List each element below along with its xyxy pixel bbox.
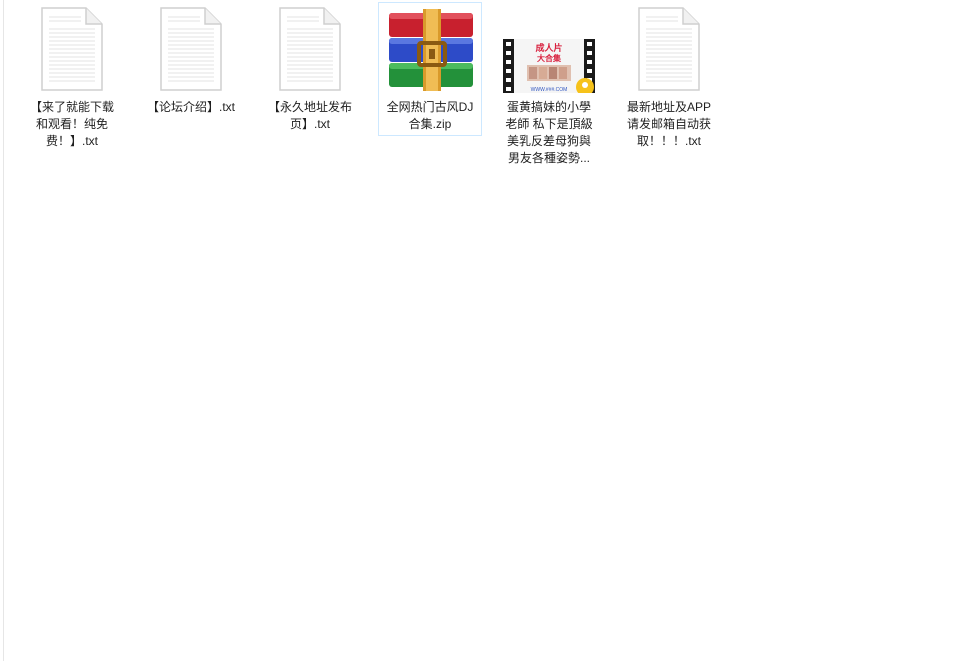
winrar-archive-icon bbox=[382, 5, 478, 97]
file-name: 【论坛介绍】.txt bbox=[146, 100, 235, 114]
file-explorer-window: 【来了就能下载和观看！纯免费！】.txt 【论坛介绍】.txt 【永久地址发布页… bbox=[0, 0, 960, 661]
file-item-1[interactable]: 【来了就能下载和观看！纯免费！】.txt bbox=[20, 2, 124, 148]
file-name: 最新地址及APP请发邮箱自动获取！！！.txt bbox=[626, 100, 711, 148]
svg-text:成人片: 成人片 bbox=[535, 42, 562, 53]
file-item-3[interactable]: 【永久地址发布页】.txt bbox=[258, 2, 362, 136]
text-file-icon bbox=[262, 5, 358, 97]
svg-text:WWW.###.COM: WWW.###.COM bbox=[531, 87, 568, 93]
video-thumbnail-icon: 成人片 大合集 WWW.###.COM bbox=[501, 5, 597, 97]
file-name: 【来了就能下载和观看！纯免费！】.txt bbox=[29, 100, 114, 148]
file-item-5[interactable]: 成人片 大合集 WWW.###.COM 蛋黄搞妹的小學老師 私下是頂級美乳反差母… bbox=[497, 2, 601, 165]
file-name: 【永久地址发布页】.txt bbox=[267, 100, 352, 131]
file-name: 蛋黄搞妹的小學老師 私下是頂級美乳反差母狗與男友各種姿勢... bbox=[505, 100, 593, 165]
file-name: 全网热门古风DJ合集.zip bbox=[386, 100, 474, 131]
text-file-icon bbox=[24, 5, 120, 97]
file-item-2[interactable]: 【论坛介绍】.txt bbox=[139, 2, 243, 136]
file-item-6[interactable]: 最新地址及APP请发邮箱自动获取！！！.txt bbox=[617, 2, 721, 148]
text-file-icon bbox=[621, 5, 717, 97]
text-file-icon bbox=[143, 5, 239, 97]
left-pane-divider bbox=[3, 0, 4, 661]
file-item-4[interactable]: 全网热门古风DJ合集.zip bbox=[378, 2, 482, 136]
svg-text:大合集: 大合集 bbox=[537, 53, 562, 63]
